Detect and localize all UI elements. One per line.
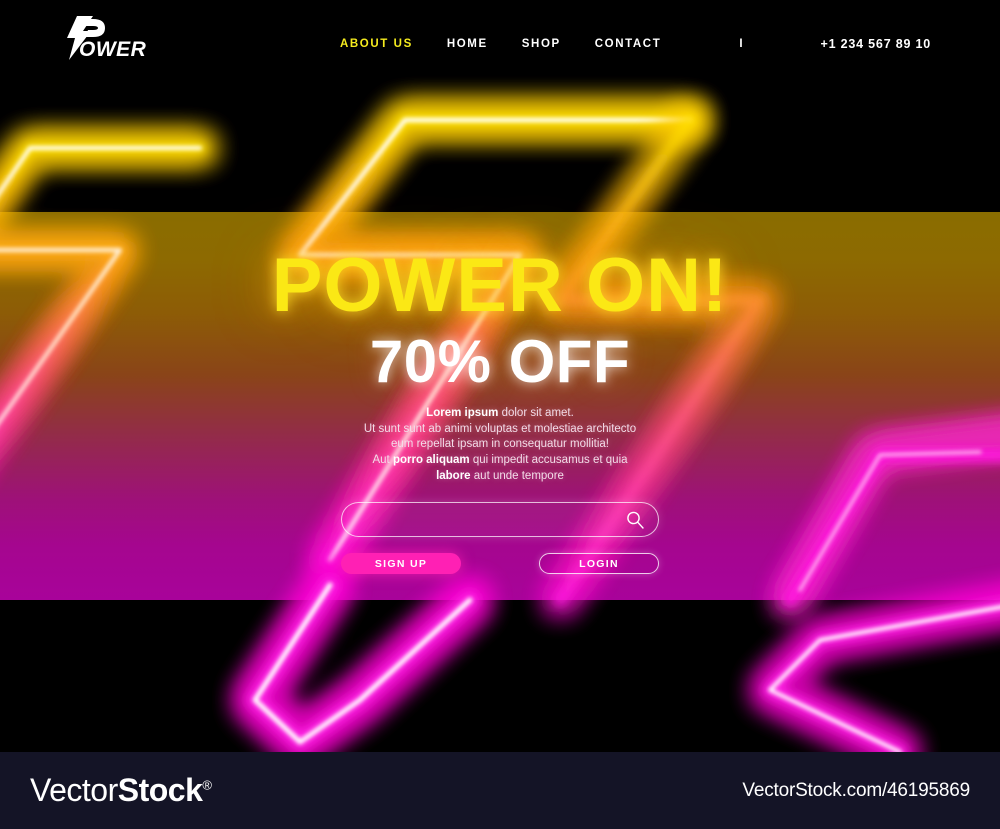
main-navigation: ABOUT US HOME SHOP CONTACT I +1 234 567 … [340, 37, 931, 51]
description-strong-porro: porro aliquam [392, 453, 470, 466]
description-strong-lorem: Lorem ipsum [426, 407, 499, 420]
site-header: OWER ABOUT US HOME SHOP CONTACT I +1 234… [0, 0, 1000, 90]
nav-item-contact[interactable]: CONTACT [595, 38, 662, 50]
search-bar [341, 502, 659, 538]
background-bottom-black [0, 600, 1000, 752]
hero-section: POWER ON! 70% OFF Lorem ipsum dolor sit … [0, 212, 1000, 600]
nav-separator: I [739, 38, 743, 50]
nav-item-shop[interactable]: SHOP [522, 38, 561, 50]
page-root: OWER ABOUT US HOME SHOP CONTACT I +1 234… [0, 0, 1000, 829]
search-icon[interactable] [625, 510, 645, 530]
vectorstock-logo-stock: Stock [117, 772, 203, 808]
description-line-5: labore aut unde tempore [290, 469, 710, 485]
description-line-4-rest: qui impedit accusamus et quia [469, 453, 628, 466]
description-line-2: Ut sunt sunt ab animi voluptas et molest… [363, 422, 637, 435]
cta-button-row: SIGN UP LOGIN [341, 553, 659, 575]
hero-subheadline: 70% OFF [369, 328, 631, 396]
header-phone-number[interactable]: +1 234 567 89 10 [821, 37, 931, 51]
vectorstock-logo-vector: Vector [30, 772, 118, 808]
description-line-1: Lorem ipsum dolor sit amet. [290, 406, 710, 422]
login-button[interactable]: LOGIN [539, 553, 659, 575]
nav-item-about-us[interactable]: ABOUT US [340, 38, 413, 50]
vectorstock-logo: VectorStock® [30, 772, 212, 809]
sign-up-button[interactable]: SIGN UP [341, 553, 461, 575]
description-line-1-rest: dolor sit amet. [498, 407, 574, 420]
vectorstock-url: VectorStock.com/46195869 [742, 780, 970, 801]
description-line-4: Aut porro aliquam qui impedit accusamus … [290, 453, 710, 469]
brand-logo[interactable]: OWER [55, 14, 165, 62]
description-line-5-rest: aut unde tempore [470, 469, 564, 482]
description-line-4-pre: Aut [372, 453, 393, 466]
description-line-3: eum repellat ipsam in consequatur mollit… [391, 438, 609, 451]
registered-trademark-icon: ® [202, 777, 212, 793]
hero-description: Lorem ipsum dolor sit amet. Ut sunt sunt… [290, 406, 710, 484]
search-input[interactable] [341, 502, 659, 538]
svg-text:OWER: OWER [79, 38, 147, 61]
hero-headline: POWER ON! [271, 243, 729, 328]
nav-item-home[interactable]: HOME [447, 38, 488, 50]
watermark-footer: VectorStock® VectorStock.com/46195869 [0, 752, 1000, 829]
description-strong-labore: labore [436, 469, 471, 482]
